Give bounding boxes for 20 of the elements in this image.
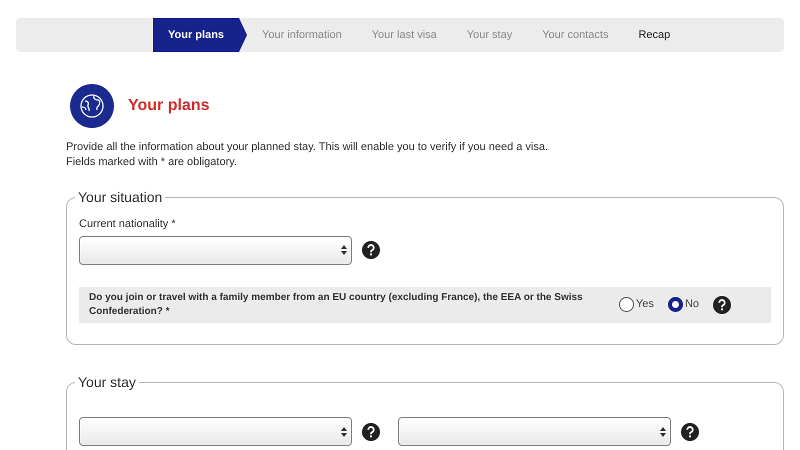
dropdown-select[interactable]	[79, 417, 352, 446]
updown-arrow-icon	[660, 426, 666, 436]
updown-arrow-icon	[341, 245, 347, 255]
help-icon[interactable]	[681, 422, 699, 440]
question-text: Do you join or travel with a family member from an EU country (excluding France), the EEA or the Swiss Confederation? *	[89, 290, 584, 318]
page-title: Your plans	[128, 96, 210, 116]
nationality-select[interactable]	[79, 236, 352, 264]
globe-icon	[70, 84, 114, 128]
radio-option[interactable]: No	[668, 296, 699, 313]
updown-arrow-icon	[341, 426, 347, 436]
field-label: Current nationality *	[79, 217, 177, 232]
step-tab[interactable]: Recap	[623, 18, 686, 52]
radio-option[interactable]: Yes	[618, 296, 654, 313]
help-icon[interactable]	[713, 296, 731, 314]
intro-text: Provide all the information about your planned stay. This will enable you to verify if you need a visa.	[66, 140, 550, 155]
dropdown-select[interactable]	[398, 417, 671, 446]
help-icon[interactable]	[362, 241, 380, 259]
help-icon[interactable]	[362, 422, 380, 440]
step-tab[interactable]: Your plans	[153, 18, 248, 52]
required-note: Fields marked with * are obligatory.	[66, 155, 238, 170]
